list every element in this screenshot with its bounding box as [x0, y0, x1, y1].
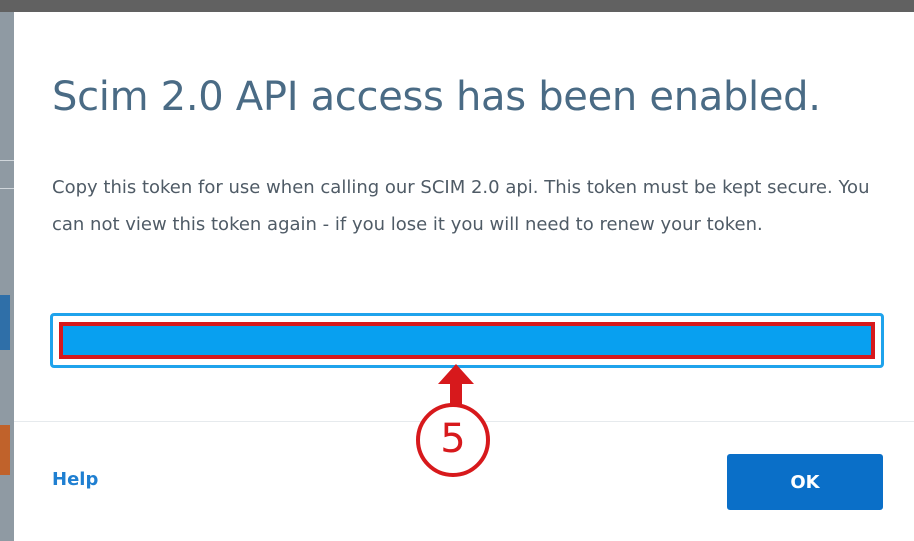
token-field-container [50, 313, 884, 368]
dialog-title: Scim 2.0 API access has been enabled. [52, 74, 821, 120]
background-divider [0, 188, 14, 189]
token-dialog: Scim 2.0 API access has been enabled. Co… [14, 12, 914, 541]
background-divider [0, 160, 14, 161]
background-block [0, 425, 10, 475]
background-page [0, 0, 14, 541]
token-input[interactable] [59, 322, 875, 359]
background-block [0, 295, 10, 350]
screen: Scim 2.0 API access has been enabled. Co… [0, 0, 914, 541]
background-top-edge [0, 0, 914, 12]
ok-button[interactable]: OK [727, 454, 883, 510]
step-number-badge: 5 [416, 403, 490, 477]
help-link[interactable]: Help [52, 469, 98, 490]
dialog-message: Copy this token for use when calling our… [52, 177, 870, 235]
